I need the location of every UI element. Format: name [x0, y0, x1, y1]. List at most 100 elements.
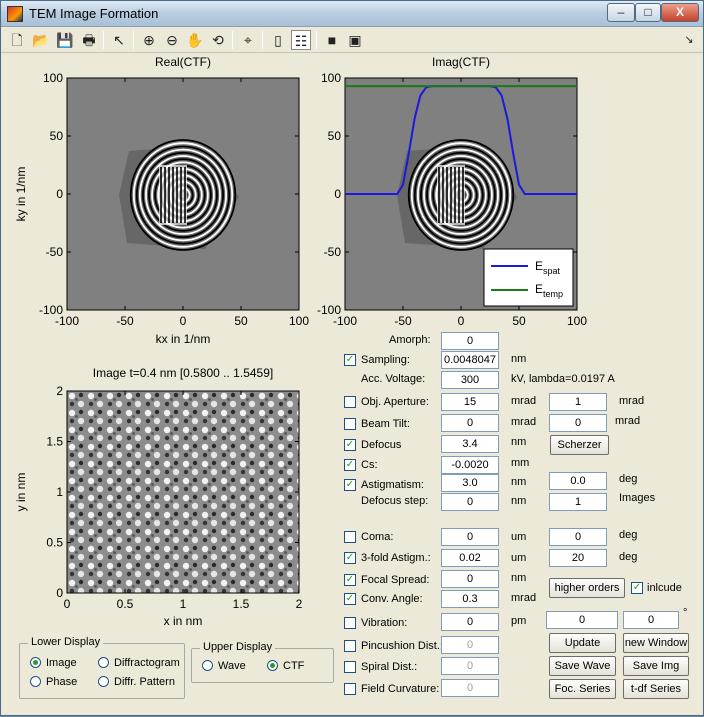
scherzer-button[interactable]: Scherzer [550, 435, 609, 455]
defocus-step-unit: nm [511, 495, 527, 507]
vibration-unit: pm [511, 615, 527, 627]
3fold-astig-input-2[interactable]: 20 [549, 549, 607, 567]
vibration-input[interactable]: 0 [441, 613, 499, 631]
real-ctf-xtick: 0 [180, 314, 187, 328]
cs-label: Cs: [361, 459, 378, 471]
conv-angle-unit: mrad [511, 592, 537, 604]
lower-display-group: Lower Display [19, 636, 185, 699]
lower-diffr-pattern-label: Diffr. Pattern [114, 676, 175, 688]
lower-diffractogram-radio[interactable] [98, 657, 109, 668]
pincushion-checkbox[interactable] [344, 640, 356, 652]
real-ctf-ytick: 50 [50, 129, 64, 143]
lower-display-title: Lower Display [28, 636, 104, 648]
sampling-input[interactable]: 0.0048047 [441, 351, 499, 369]
focal-spread-unit: nm [511, 572, 527, 584]
focal-spread-checkbox[interactable]: ✓ [344, 574, 356, 586]
astigmatism-unit-2: deg [619, 473, 638, 485]
imag-ctf-ytick: -50 [324, 245, 342, 259]
vibration-label: Vibration: [361, 617, 408, 629]
beam-tilt-unit-2: mrad [615, 415, 641, 427]
amorph-input[interactable]: 0 [441, 332, 499, 350]
imag-ctf-xtick: 100 [567, 314, 587, 328]
save-img-button[interactable]: Save Img [623, 656, 689, 676]
sampling-checkbox[interactable]: ✓ [344, 354, 356, 366]
vibration-checkbox[interactable] [344, 617, 356, 629]
conv-angle-input[interactable]: 0.3 [441, 590, 499, 608]
include-checkbox[interactable]: ✓ [631, 582, 643, 594]
voltage-input[interactable]: 300 [441, 371, 499, 389]
beam-tilt-unit: mrad [511, 416, 537, 428]
real-ctf-ytick: 0 [56, 187, 63, 201]
image-xtick: 1 [180, 597, 187, 611]
save-wave-button[interactable]: Save Wave [549, 656, 616, 676]
image-ytick: 1 [56, 485, 63, 499]
focal-spread-label: Focal Spread: [361, 574, 430, 586]
higher-orders-button[interactable]: higher orders [549, 578, 625, 598]
coma-input[interactable]: 0 [441, 528, 499, 546]
focal-spread-input[interactable]: 0 [441, 570, 499, 588]
defocus-label: Defocus [361, 439, 402, 451]
imag-ctf-ytick: 100 [321, 71, 341, 85]
upper-ctf-label: CTF [283, 660, 305, 672]
image-title: Image t=0.4 nm [0.5800 .. 1.5459] [93, 366, 273, 380]
vibration-input-3[interactable]: 0 [623, 611, 679, 629]
lower-phase-radio[interactable] [30, 676, 41, 687]
defocus-input[interactable]: 3.4 [441, 435, 499, 453]
upper-wave-radio[interactable] [202, 660, 213, 671]
conv-angle-checkbox[interactable]: ✓ [344, 593, 356, 605]
beam-tilt-input[interactable]: 0 [441, 414, 499, 432]
astigmatism-input-2[interactable]: 0.0 [549, 472, 607, 490]
spiral-label: Spiral Dist.: [361, 661, 418, 673]
lower-image-radio[interactable] [30, 657, 41, 668]
voltage-unit: kV, lambda=0.0197 A [511, 373, 615, 385]
real-ctf-ylabel: ky in 1/nm [14, 167, 28, 222]
defocus-checkbox[interactable]: ✓ [344, 439, 356, 451]
tdf-series-button[interactable]: t-df Series [623, 679, 689, 699]
beam-tilt-input-2[interactable]: 0 [549, 414, 607, 432]
cs-checkbox[interactable]: ✓ [344, 459, 356, 471]
coma-label: Coma: [361, 531, 394, 543]
real-ctf-pattern [119, 139, 239, 251]
obj-aperture-checkbox[interactable] [344, 396, 356, 408]
3fold-astig-input[interactable]: 0.02 [441, 549, 499, 567]
pincushion-input[interactable]: 0 [441, 636, 499, 654]
lower-diffractogram-label: Diffractogram [114, 657, 180, 669]
coma-input-2[interactable]: 0 [549, 528, 607, 546]
obj-aperture-unit: mrad [511, 395, 537, 407]
vibration-unit-3: ° [683, 607, 688, 619]
real-ctf-xlabel: kx in 1/nm [156, 332, 211, 346]
field-curvature-input[interactable]: 0 [441, 679, 499, 697]
coma-checkbox[interactable] [344, 531, 356, 543]
imag-ctf-pattern [397, 139, 517, 251]
astigmatism-input[interactable]: 3.0 [441, 474, 499, 492]
obj-aperture-input-2[interactable]: 1 [549, 393, 607, 411]
beam-tilt-checkbox[interactable] [344, 418, 356, 430]
upper-ctf-radio[interactable] [267, 660, 278, 671]
new-window-button[interactable]: new Window [623, 633, 689, 653]
upper-display-title: Upper Display [200, 641, 276, 653]
defocus-step-images-input[interactable]: 1 [549, 493, 607, 511]
spiral-input[interactable]: 0 [441, 657, 499, 675]
vibration-input-2[interactable]: 0 [546, 611, 618, 629]
imag-ctf-xtick: 50 [512, 314, 526, 328]
real-ctf-ytick: 100 [43, 71, 63, 85]
update-button[interactable]: Update [549, 633, 616, 653]
hrtem-image [66, 390, 300, 594]
amorph-label: Amorph: [389, 334, 431, 346]
image-xtick: 1.5 [233, 597, 250, 611]
sampling-unit: nm [511, 353, 527, 365]
defocus-unit: nm [511, 436, 527, 448]
3fold-astig-checkbox[interactable]: ✓ [344, 552, 356, 564]
obj-aperture-input[interactable]: 15 [441, 393, 499, 411]
defocus-step-input[interactable]: 0 [441, 493, 499, 511]
astigmatism-checkbox[interactable]: ✓ [344, 479, 356, 491]
spiral-checkbox[interactable] [344, 661, 356, 673]
image-ytick: 0.5 [46, 536, 63, 550]
cs-input[interactable]: -0.0020 [441, 456, 499, 474]
field-curvature-checkbox[interactable] [344, 683, 356, 695]
lower-diffr-pattern-radio[interactable] [98, 676, 109, 687]
imag-ctf-legend: Espat Etemp [483, 248, 574, 307]
lower-image-label: Image [46, 657, 77, 669]
foc-series-button[interactable]: Foc. Series [549, 679, 616, 699]
astigmatism-label: Astigmatism: [361, 479, 424, 491]
